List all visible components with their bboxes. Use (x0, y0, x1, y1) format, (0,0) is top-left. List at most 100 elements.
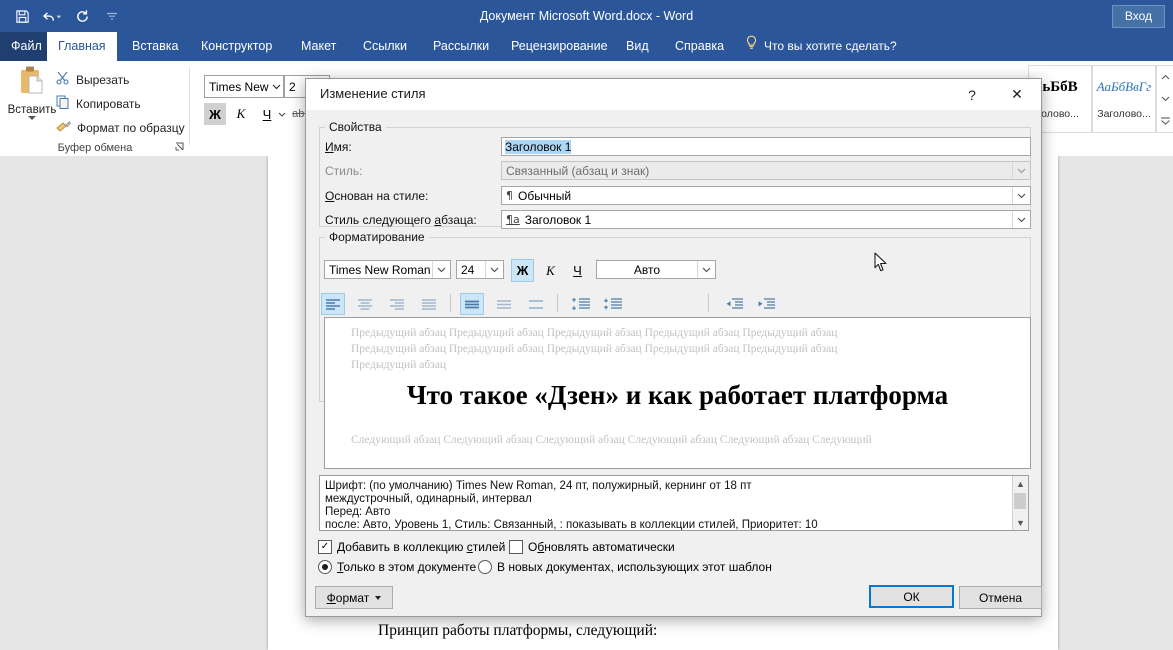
add-to-gallery-label: Добавить в коллекцию стилей (337, 540, 506, 554)
decrease-indent-button[interactable] (721, 293, 747, 315)
line-spacing-single-button[interactable] (460, 293, 484, 315)
font-family-combo[interactable]: Times New R (204, 75, 284, 98)
style-name-input[interactable]: Заголовок 1 (501, 137, 1031, 156)
style-description-box[interactable]: Шрифт: (по умолчанию) Times New Roman, 2… (319, 475, 1029, 531)
new-documents-radio[interactable]: В новых документах, использующих этот ша… (478, 560, 772, 574)
style-type-label: Стиль: (325, 164, 363, 178)
bold-button[interactable]: Ж (204, 103, 226, 125)
based-on-label: Основан на стиле: (325, 189, 429, 203)
checkbox-icon[interactable] (509, 540, 523, 554)
align-justify-button[interactable] (417, 293, 441, 315)
next-style-label: Стиль следующего абзаца: (325, 213, 477, 227)
style-preview-pane: Предыдущий абзац Предыдущий абзац Предыд… (324, 317, 1031, 469)
tab-design[interactable]: Конструктор (190, 32, 283, 61)
ribbon-group-styles: ьБбВ олово... АаБбВвГг Заголово... (1028, 61, 1173, 156)
copy-icon (56, 95, 70, 112)
dialog-font-family-combo[interactable]: Times New Roman (324, 260, 451, 279)
document-title: Документ Microsoft Word.docx - Word (479, 9, 694, 23)
preview-heading: Что такое «Дзен» и как работает платформ… (406, 380, 949, 410)
font-color-combo[interactable]: Авто (596, 260, 716, 279)
copy-label: Копировать (76, 96, 141, 111)
dialog-underline-button[interactable]: Ч (566, 259, 589, 282)
help-button[interactable]: ? (955, 79, 989, 110)
tab-insert[interactable]: Вставка (121, 32, 189, 61)
description-scrollbar[interactable]: ▲ ▼ (1012, 476, 1028, 530)
scroll-up-icon[interactable]: ▲ (1013, 476, 1028, 491)
add-to-gallery-checkbox[interactable]: ✓ Добавить в коллекцию стилей (318, 540, 505, 554)
clipboard-dialog-launcher-icon[interactable] (174, 141, 186, 153)
close-button[interactable]: ✕ (1000, 79, 1034, 110)
dialog-font-size-combo[interactable]: 24 (456, 260, 504, 279)
format-button[interactable]: Формат (315, 586, 393, 609)
preview-next-line: Следующий абзац Следующий абзац Следующи… (351, 434, 872, 446)
increase-paragraph-spacing-button[interactable] (568, 293, 594, 315)
chevron-down-icon (1012, 162, 1030, 179)
tell-me-box[interactable]: Что вы хотите сделать? (745, 32, 897, 61)
gallery-scroll-up-icon[interactable] (1157, 66, 1173, 88)
style-name: Заголово... (1097, 108, 1151, 120)
dialog-font-family-value: Times New Roman (329, 262, 431, 277)
based-on-value: ¶ Обычный (502, 189, 1012, 203)
tab-review[interactable]: Рецензирование (500, 32, 619, 61)
tab-view[interactable]: Вид (615, 32, 660, 61)
chevron-down-icon[interactable] (1012, 187, 1030, 204)
based-on-combo[interactable]: ¶ Обычный (501, 186, 1031, 205)
ok-button[interactable]: ОК (869, 585, 954, 608)
caret-down-icon (375, 595, 382, 600)
chevron-down-icon[interactable] (485, 261, 503, 278)
style-gallery-item-heading2[interactable]: АаБбВвГг Заголово... (1092, 65, 1156, 133)
decrease-paragraph-spacing-button[interactable] (600, 293, 626, 315)
align-left-button[interactable] (321, 293, 345, 315)
cancel-button[interactable]: Отмена (959, 586, 1042, 609)
gallery-scroll-down-icon[interactable] (1157, 88, 1173, 110)
increase-indent-button[interactable] (753, 293, 779, 315)
tab-help[interactable]: Справка (664, 32, 735, 61)
italic-button[interactable]: К (230, 103, 252, 125)
document-paragraph: Принцип работы платформы, следующий: (378, 622, 658, 639)
copy-button[interactable]: Копировать (56, 95, 141, 112)
scroll-down-icon[interactable]: ▼ (1013, 515, 1028, 530)
cut-label: Вырезать (76, 72, 130, 87)
dialog-bold-button[interactable]: Ж (511, 259, 534, 282)
tab-mailings[interactable]: Рассылки (422, 32, 500, 61)
title-bar: Документ Microsoft Word.docx - Word Вход (0, 0, 1173, 32)
radio-icon[interactable] (318, 560, 332, 574)
sign-in-button[interactable]: Вход (1111, 5, 1165, 28)
new-documents-label: В новых документах, использующих этот ша… (497, 560, 772, 574)
chevron-down-icon[interactable] (270, 77, 283, 96)
underline-button[interactable]: Ч (256, 103, 278, 125)
tab-file[interactable]: Файл (0, 32, 53, 61)
tab-home[interactable]: Главная (47, 32, 117, 61)
line-spacing-1-5-button[interactable] (492, 293, 516, 315)
chevron-down-icon[interactable] (28, 116, 36, 120)
scrollbar-thumb[interactable] (1014, 493, 1026, 509)
align-right-button[interactable] (385, 293, 409, 315)
based-on-text: Обычный (518, 188, 572, 203)
format-painter-icon (56, 119, 72, 136)
style-gallery-scroll[interactable] (1156, 65, 1173, 133)
chevron-down-icon[interactable] (1012, 211, 1030, 228)
cut-button[interactable]: Вырезать (56, 71, 129, 88)
tab-layout[interactable]: Макет (290, 32, 347, 61)
radio-icon[interactable] (478, 560, 492, 574)
checkbox-icon[interactable]: ✓ (318, 540, 332, 554)
chevron-down-icon[interactable] (432, 261, 450, 278)
pilcrow-icon: ¶ (506, 189, 513, 202)
gallery-more-icon[interactable] (1157, 110, 1173, 132)
autoupdate-checkbox[interactable]: Обновлять автоматически (509, 540, 675, 554)
preview-prev-line-1: Предыдущий абзац Предыдущий абзац Предыд… (351, 327, 838, 339)
dialog-title: Изменение стиля (320, 86, 426, 101)
only-this-document-radio[interactable]: Только в этом документе (318, 560, 476, 574)
next-style-combo[interactable]: ¶a Заголовок 1 (501, 210, 1031, 229)
paste-button[interactable]: Вставить (6, 65, 58, 120)
tab-references[interactable]: Ссылки (352, 32, 418, 61)
underline-dropdown-icon[interactable] (276, 103, 288, 125)
dialog-font-size-value: 24 (461, 262, 475, 277)
style-type-combo: Связанный (абзац и знак) (501, 161, 1031, 180)
format-painter-button[interactable]: Формат по образцу (56, 119, 185, 136)
align-center-button[interactable] (353, 293, 377, 315)
chevron-down-icon[interactable] (697, 261, 715, 278)
line-spacing-double-button[interactable] (524, 293, 548, 315)
dialog-italic-button[interactable]: К (539, 259, 562, 282)
style-type-value: Связанный (абзац и знак) (506, 163, 650, 178)
